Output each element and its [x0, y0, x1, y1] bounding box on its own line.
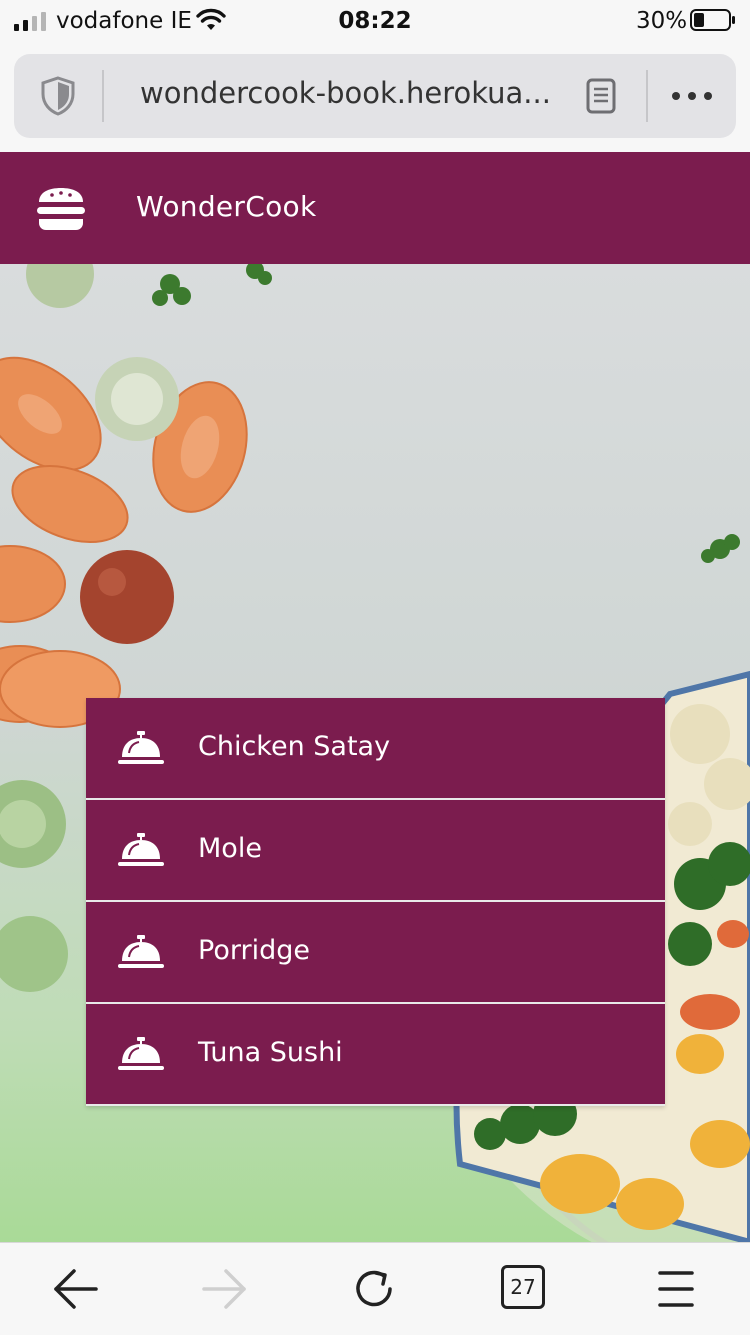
hamburger-food-icon[interactable] — [36, 188, 86, 230]
brand-name[interactable]: WonderCook — [136, 190, 316, 223]
recipe-name: Chicken Satay — [198, 731, 391, 762]
recipe-name: Porridge — [198, 935, 310, 966]
address-bar[interactable]: wondercook-book.herokua... — [14, 54, 736, 138]
recipe-name: Mole — [198, 833, 262, 864]
recipe-item-mole[interactable]: Mole — [86, 800, 665, 902]
service-bell-icon — [118, 1037, 164, 1070]
menu-hamburger-icon[interactable] — [652, 1267, 700, 1311]
address-bar-divider — [646, 70, 648, 122]
browser-bottom-toolbar: 27 — [0, 1242, 750, 1335]
service-bell-icon — [118, 731, 164, 764]
status-bar: vodafone IE 08:22 30% — [0, 0, 750, 42]
app-header: WonderCook — [0, 152, 750, 264]
service-bell-icon — [118, 935, 164, 968]
recipe-name: Tuna Sushi — [198, 1037, 343, 1068]
more-options-icon[interactable] — [670, 82, 714, 110]
recipe-item-porridge[interactable]: Porridge — [86, 902, 665, 1004]
battery-icon — [690, 9, 735, 31]
recipe-item-chicken-satay[interactable]: Chicken Satay — [86, 698, 665, 800]
browser-top-bar: wondercook-book.herokua... — [0, 42, 750, 154]
tracking-protection-shield-icon[interactable] — [40, 76, 76, 116]
tabs-count-button[interactable]: 27 — [501, 1265, 545, 1309]
back-arrow-icon[interactable] — [52, 1267, 100, 1311]
reader-view-icon[interactable] — [586, 78, 616, 114]
recipe-list: Chicken Satay Mole Porridge Tuna Sushi — [86, 698, 665, 1106]
recipe-item-tuna-sushi[interactable]: Tuna Sushi — [86, 1004, 665, 1106]
battery-percentage: 30% — [636, 8, 688, 34]
address-bar-divider — [102, 70, 104, 122]
forward-arrow-icon[interactable] — [200, 1267, 248, 1311]
reload-icon[interactable] — [352, 1267, 400, 1311]
service-bell-icon — [118, 833, 164, 866]
url-text[interactable]: wondercook-book.herokua... — [140, 76, 560, 110]
